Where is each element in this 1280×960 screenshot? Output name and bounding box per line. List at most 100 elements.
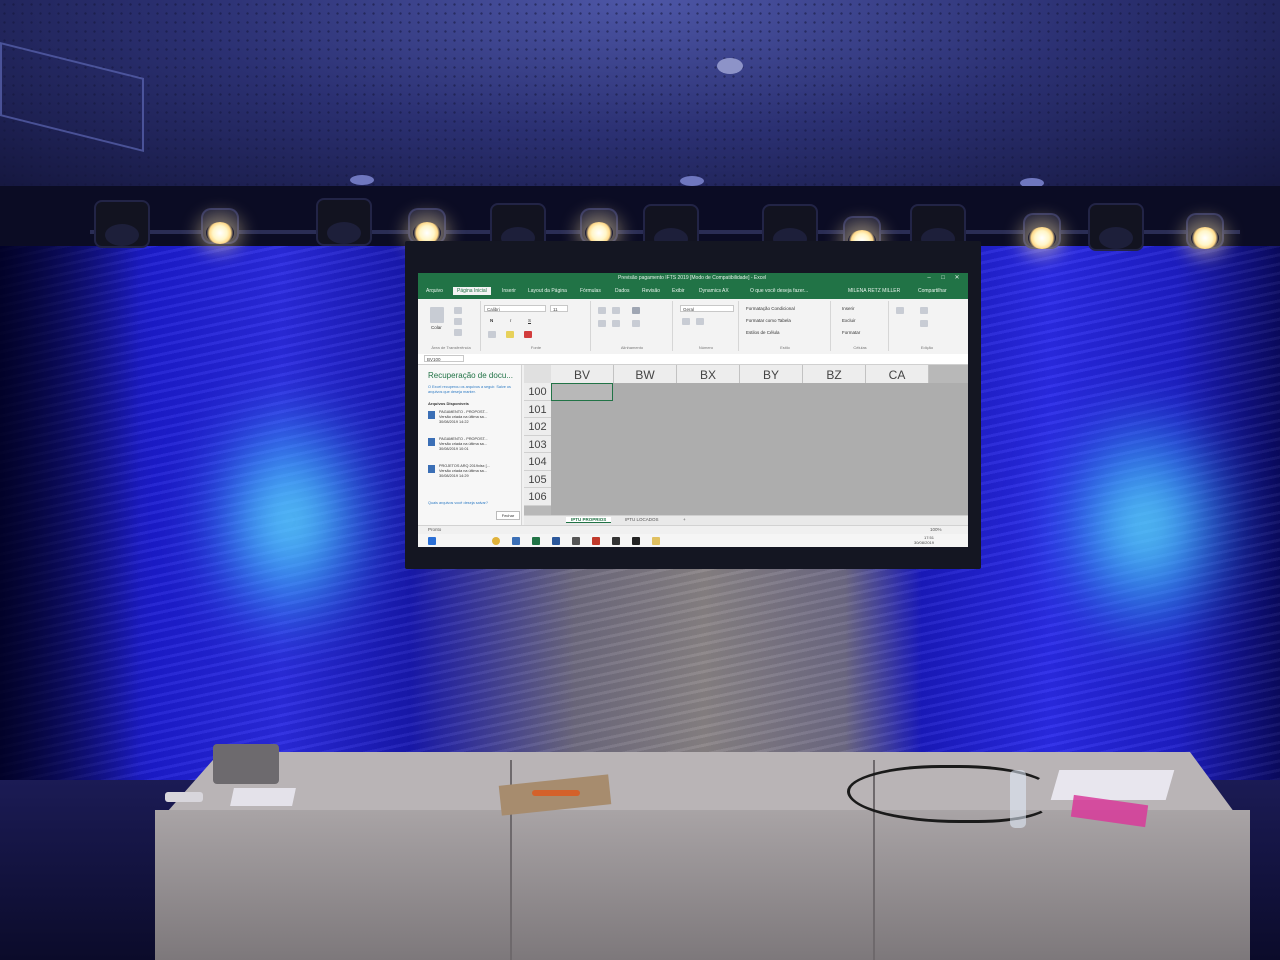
tab-file[interactable]: Arquivo xyxy=(426,288,443,294)
font-group: Calibri 11 N I S Fonte xyxy=(482,301,591,351)
chrome-icon[interactable] xyxy=(492,537,500,545)
sum-icon[interactable] xyxy=(896,307,904,314)
column-header[interactable]: BW xyxy=(614,365,677,383)
selected-cell[interactable] xyxy=(551,383,613,401)
wrap-text-icon[interactable] xyxy=(632,307,640,314)
row-header[interactable]: 105 xyxy=(524,470,551,488)
paste-icon[interactable] xyxy=(430,307,444,323)
tab-formulas[interactable]: Fórmulas xyxy=(580,288,601,294)
tab-insert[interactable]: Inserir xyxy=(502,288,516,294)
add-sheet-button[interactable]: + xyxy=(678,517,691,522)
format-cells-button[interactable]: Formatar xyxy=(842,330,860,335)
editing-group: Edição xyxy=(890,301,964,351)
folder-icon[interactable] xyxy=(652,537,660,545)
app-icon[interactable] xyxy=(632,537,640,545)
sheet-tab-iptu-proprios[interactable]: IPTU PROPRIOS xyxy=(566,517,612,523)
name-box[interactable]: BV100 xyxy=(424,355,464,362)
wall-shadow xyxy=(0,240,140,800)
recovered-file-item[interactable]: PAGAMENTO - PROPOST... Versão criada na … xyxy=(428,410,516,428)
lit-spotlight xyxy=(1025,215,1059,249)
select-all-corner[interactable] xyxy=(524,365,552,383)
row-header[interactable]: 104 xyxy=(524,453,551,471)
share-button[interactable]: Compartilhar xyxy=(918,288,947,294)
recovery-question-link[interactable]: Quais arquivos você deseja salvar? xyxy=(428,501,488,505)
clock-date: 30/08/2019 xyxy=(913,540,934,545)
column-header[interactable]: BX xyxy=(677,365,740,383)
borders-icon[interactable] xyxy=(488,331,496,338)
calculator-icon[interactable] xyxy=(572,537,580,545)
row-header[interactable]: 100 xyxy=(524,383,551,401)
taskbar-clock[interactable]: 17:51 30/08/2019 xyxy=(914,535,934,545)
row-header[interactable]: 101 xyxy=(524,400,551,418)
tab-home[interactable]: Página Inicial xyxy=(453,287,491,295)
recovered-file-date: 30/08/2019 14:29 xyxy=(439,474,469,478)
tab-view[interactable]: Exibir xyxy=(672,288,685,294)
recovered-file-item[interactable]: PROJETOS ARQ 2019xlsx [... Versão criada… xyxy=(428,464,516,482)
align-left-icon[interactable] xyxy=(598,320,606,327)
number-format-select[interactable]: Geral xyxy=(680,305,734,312)
tab-page-layout[interactable]: Layout da Página xyxy=(528,288,567,294)
delete-cells-button[interactable]: Excluir xyxy=(842,318,856,323)
cell-styles-button[interactable]: Estilos de Célula xyxy=(746,330,780,335)
projected-excel-window: Previsão pagamento IFTS 2019 [Modo de Co… xyxy=(418,273,968,547)
recovered-file-name: PROJETOS ARQ 2019xlsx [... xyxy=(439,464,490,468)
column-header[interactable]: BV xyxy=(551,365,614,383)
spreadsheet-grid[interactable]: BV BW BX BY BZ CA 100 101 102 103 104 10… xyxy=(524,365,968,515)
recovered-file-date: 30/08/2019 14:22 xyxy=(439,420,469,424)
conditional-formatting-button[interactable]: Formatação Condicional xyxy=(746,306,795,311)
align-center-icon[interactable] xyxy=(612,320,620,327)
recovery-title: Recuperação de docu... xyxy=(428,371,513,380)
copy-icon[interactable] xyxy=(454,318,462,325)
app-icon[interactable] xyxy=(612,537,620,545)
sheet-tab-iptu-locados[interactable]: IPTU LOCADOS xyxy=(620,517,664,522)
recovered-file-item[interactable]: PAGAMENTO - PROPOST... Versão criada na … xyxy=(428,437,516,455)
recovery-close-button[interactable]: Fechar xyxy=(496,511,520,520)
italic-button[interactable]: I xyxy=(510,318,511,323)
font-color-icon[interactable] xyxy=(524,331,532,338)
percent-icon[interactable] xyxy=(696,318,704,325)
smoke-detector xyxy=(717,58,743,74)
excel-icon[interactable] xyxy=(532,537,540,545)
word-icon[interactable] xyxy=(552,537,560,545)
number-group: Geral Número xyxy=(674,301,739,351)
pdf-icon[interactable] xyxy=(592,537,600,545)
format-painter-icon[interactable] xyxy=(454,329,462,336)
clipboard-caption: Área de Transferência xyxy=(431,345,471,350)
insert-cells-button[interactable]: Inserir xyxy=(842,306,855,311)
align-middle-icon[interactable] xyxy=(612,307,620,314)
tell-me-box[interactable]: O que você deseja fazer... xyxy=(750,288,808,294)
maximize-button[interactable]: □ xyxy=(938,275,948,282)
column-header[interactable]: BZ xyxy=(803,365,866,383)
font-size-select[interactable]: 11 xyxy=(550,305,568,312)
tab-review[interactable]: Revisão xyxy=(642,288,660,294)
tab-dynamics-ax[interactable]: Dynamics AX xyxy=(699,288,729,294)
fill-color-icon[interactable] xyxy=(506,331,514,338)
cell-area[interactable] xyxy=(551,383,968,515)
zoom-level[interactable]: 100% xyxy=(930,527,942,532)
paste-label: Colar xyxy=(431,325,442,330)
outlook-icon[interactable] xyxy=(512,537,520,545)
paper-documents xyxy=(1050,770,1175,800)
bold-button[interactable]: N xyxy=(490,318,493,323)
merge-center-icon[interactable] xyxy=(632,320,640,327)
column-header[interactable]: CA xyxy=(866,365,929,383)
column-header[interactable]: BY xyxy=(740,365,803,383)
row-header[interactable]: 106 xyxy=(524,488,551,506)
windows-start-icon[interactable] xyxy=(428,537,436,545)
align-top-icon[interactable] xyxy=(598,307,606,314)
row-header[interactable]: 103 xyxy=(524,435,551,453)
tab-data[interactable]: Dados xyxy=(615,288,629,294)
currency-icon[interactable] xyxy=(682,318,690,325)
find-icon[interactable] xyxy=(920,320,928,327)
sort-icon[interactable] xyxy=(920,307,928,314)
close-button[interactable]: ✕ xyxy=(952,275,962,282)
format-as-table-button[interactable]: Formatar como Tabela xyxy=(746,318,791,323)
row-header[interactable]: 102 xyxy=(524,418,551,436)
minimize-button[interactable]: – xyxy=(924,275,934,282)
underline-button[interactable]: S xyxy=(528,318,531,323)
cut-icon[interactable] xyxy=(454,307,462,314)
font-name-select[interactable]: Calibri xyxy=(484,305,546,312)
recovered-file-date: 30/08/2019 10:01 xyxy=(439,447,469,451)
lit-spotlight xyxy=(203,210,237,244)
formula-bar[interactable]: BV100 xyxy=(418,354,968,365)
